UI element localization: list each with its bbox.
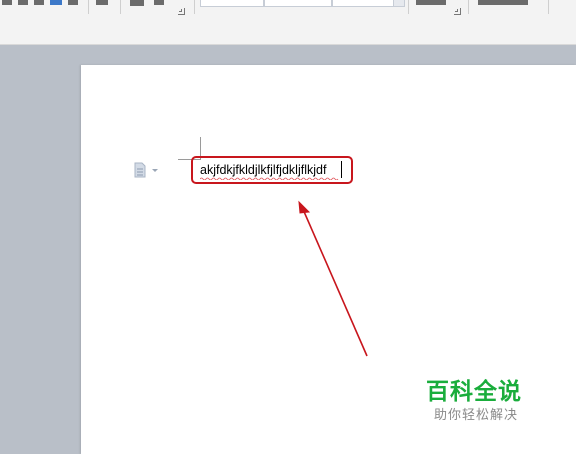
- styles-button[interactable]: [416, 0, 446, 5]
- style-gallery-item[interactable]: [200, 0, 264, 7]
- document-text[interactable]: akjfdkjfkldjlkfjlfjdkljflkjdf: [200, 162, 326, 178]
- watermark-subtitle: 助你轻松解决: [434, 408, 519, 423]
- spellcheck-underline: [200, 177, 339, 180]
- style-gallery-dropdown[interactable]: [393, 0, 405, 7]
- watermark-title: 百科全说: [426, 379, 522, 405]
- ribbon-toolbar: [0, 0, 576, 45]
- distribute-icon[interactable]: [68, 0, 78, 5]
- align-left-icon[interactable]: [2, 0, 12, 5]
- styles-dialog-launcher-icon[interactable]: [454, 8, 461, 15]
- align-right-icon[interactable]: [34, 0, 44, 5]
- ribbon-separator: [548, 0, 549, 14]
- line-spacing-icon[interactable]: [96, 0, 108, 5]
- align-center-icon[interactable]: [18, 0, 28, 5]
- shading-icon[interactable]: [130, 0, 144, 6]
- ribbon-separator: [194, 0, 195, 14]
- find-replace-button[interactable]: [478, 0, 528, 5]
- border-icon[interactable]: [154, 0, 164, 5]
- ribbon-separator: [120, 0, 121, 14]
- document-icon[interactable]: [133, 162, 159, 178]
- paragraph-dialog-launcher-icon[interactable]: [178, 8, 185, 15]
- justify-icon[interactable]: [50, 0, 62, 5]
- style-gallery-item[interactable]: [332, 0, 394, 7]
- ribbon-separator: [468, 0, 469, 14]
- ribbon-separator: [408, 0, 409, 14]
- style-gallery-item[interactable]: [264, 0, 332, 7]
- text-caret: [341, 161, 342, 178]
- ribbon-separator: [88, 0, 89, 14]
